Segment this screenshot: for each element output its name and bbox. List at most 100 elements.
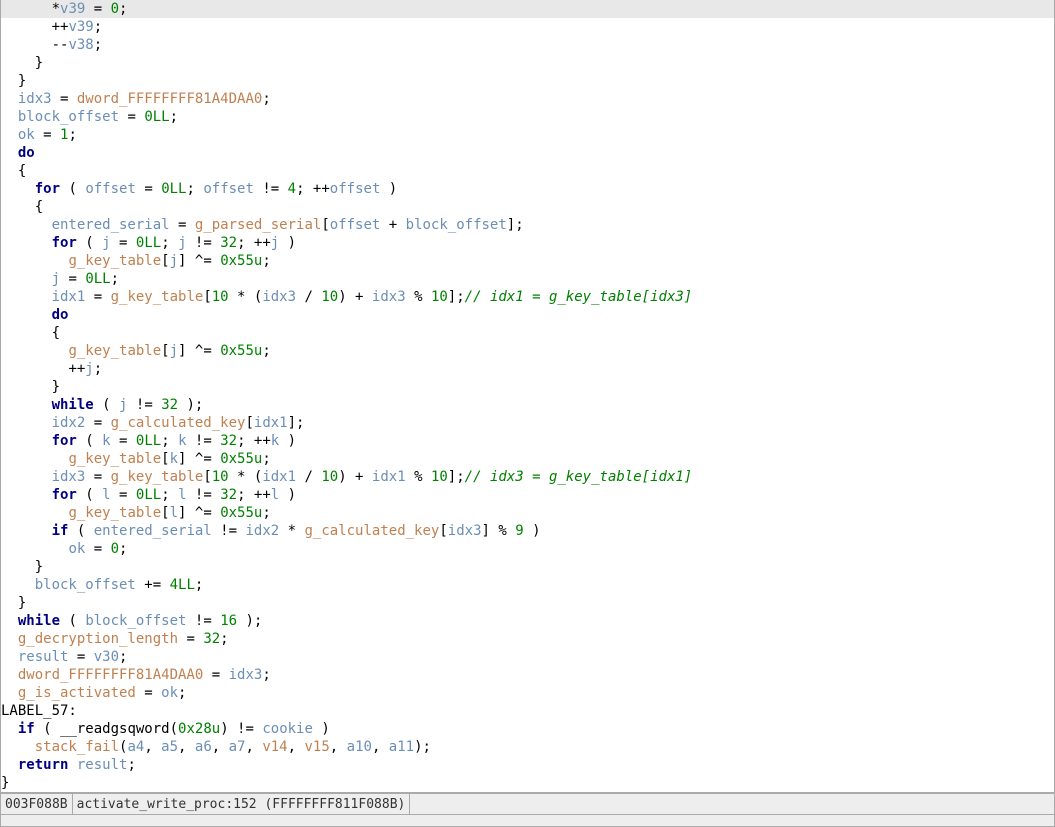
code-line[interactable]: }	[1, 378, 1054, 396]
code-token: 32	[203, 631, 220, 647]
code-line[interactable]: ++j;	[1, 360, 1054, 378]
code-token: 4	[288, 181, 296, 197]
code-token: 0LL	[144, 109, 169, 125]
code-token: a11	[389, 739, 414, 755]
code-line[interactable]: *v39 = 0;	[1, 0, 1054, 18]
code-token: {	[52, 325, 60, 341]
code-token: j	[178, 235, 186, 251]
code-token: 10	[431, 289, 448, 305]
code-token: ] ^=	[178, 451, 220, 467]
code-token: ;	[170, 109, 178, 125]
code-token: }	[18, 595, 26, 611]
code-token: (	[94, 397, 119, 413]
code-token: g_key_table	[111, 289, 204, 305]
code-token: 0x55u	[220, 253, 262, 269]
code-token: ,	[144, 739, 161, 755]
code-line[interactable]: g_key_table[j] ^= 0x55u;	[1, 252, 1054, 270]
code-token: v14	[262, 739, 287, 755]
code-line[interactable]: idx3 = dword_FFFFFFFF81A4DAA0;	[1, 90, 1054, 108]
code-token: g_decryption_length	[18, 631, 178, 647]
code-token: 10	[321, 469, 338, 485]
code-line[interactable]: j = 0LL;	[1, 270, 1054, 288]
code-token: --	[52, 37, 69, 53]
code-line[interactable]: return result;	[1, 756, 1054, 774]
code-token: /	[296, 289, 321, 305]
code-token: ];	[507, 217, 524, 233]
code-token: 32	[161, 397, 178, 413]
code-line[interactable]: idx3 = g_key_table[10 * (idx1 / 10) + id…	[1, 468, 1054, 486]
code-line[interactable]: ok = 1;	[1, 126, 1054, 144]
code-token: block_offset	[406, 217, 507, 233]
code-line[interactable]: }	[1, 594, 1054, 612]
code-view[interactable]: *v39 = 0; ++v39; --v38; } } idx3 = dword…	[0, 0, 1055, 793]
code-token: ];	[288, 415, 305, 431]
code-token: =	[60, 271, 85, 287]
code-token: )	[313, 721, 330, 737]
code-token: ] ^=	[178, 253, 220, 269]
code-line[interactable]: entered_serial = g_parsed_serial[offset …	[1, 216, 1054, 234]
code-line[interactable]: for ( j = 0LL; j != 32; ++j )	[1, 234, 1054, 252]
code-token: 0LL	[136, 235, 161, 251]
code-line[interactable]: block_offset = 0LL;	[1, 108, 1054, 126]
code-token: ;	[262, 667, 270, 683]
code-line[interactable]: }	[1, 774, 1054, 792]
code-line[interactable]: block_offset += 4LL;	[1, 576, 1054, 594]
code-token: ;	[220, 631, 228, 647]
code-line[interactable]: LABEL_57:	[1, 702, 1054, 720]
code-token: =	[170, 217, 195, 233]
code-token: );	[414, 739, 431, 755]
code-line[interactable]: do	[1, 306, 1054, 324]
code-token: 0x55u	[220, 343, 262, 359]
code-token: }	[52, 379, 60, 395]
code-line[interactable]: g_key_table[k] ^= 0x55u;	[1, 450, 1054, 468]
code-token: /	[296, 469, 321, 485]
code-line[interactable]: ++v39;	[1, 18, 1054, 36]
code-token: !=	[212, 523, 246, 539]
code-line[interactable]: do	[1, 144, 1054, 162]
code-line[interactable]: if ( entered_serial != idx2 * g_calculat…	[1, 522, 1054, 540]
code-line[interactable]: result = v30;	[1, 648, 1054, 666]
code-token: (	[60, 181, 85, 197]
code-line[interactable]: idx2 = g_calculated_key[idx1];	[1, 414, 1054, 432]
code-token: }	[1, 775, 9, 791]
code-line[interactable]: g_key_table[l] ^= 0x55u;	[1, 504, 1054, 522]
code-token: }	[18, 73, 26, 89]
code-line[interactable]: }	[1, 54, 1054, 72]
code-token: while	[18, 613, 60, 629]
code-line[interactable]: }	[1, 558, 1054, 576]
code-line[interactable]: for ( l = 0LL; l != 32; ++l )	[1, 486, 1054, 504]
code-line[interactable]: dword_FFFFFFFF81A4DAA0 = idx3;	[1, 666, 1054, 684]
code-token: +=	[136, 577, 170, 593]
code-token: 32	[220, 487, 237, 503]
code-token: );	[178, 397, 203, 413]
code-line[interactable]: {	[1, 162, 1054, 180]
code-line[interactable]: stack_fail(a4, a5, a6, a7, v14, v15, a10…	[1, 738, 1054, 756]
code-token: ,	[330, 739, 347, 755]
code-line[interactable]: while ( j != 32 );	[1, 396, 1054, 414]
code-line[interactable]: --v38;	[1, 36, 1054, 54]
code-line[interactable]: {	[1, 198, 1054, 216]
code-line[interactable]: g_decryption_length = 32;	[1, 630, 1054, 648]
code-token: g_key_table	[68, 253, 161, 269]
code-token: idx1	[254, 415, 288, 431]
code-line[interactable]: {	[1, 324, 1054, 342]
code-token: ok	[161, 685, 178, 701]
code-line[interactable]: ok = 0;	[1, 540, 1054, 558]
code-token: [	[203, 289, 211, 305]
code-token: ; ++	[237, 433, 271, 449]
code-token: =	[119, 109, 144, 125]
code-line[interactable]: g_is_activated = ok;	[1, 684, 1054, 702]
code-token: {	[18, 163, 26, 179]
code-line[interactable]: if ( __readgsqword(0x28u) != cookie )	[1, 720, 1054, 738]
code-line[interactable]: idx1 = g_key_table[10 * (idx3 / 10) + id…	[1, 288, 1054, 306]
code-token: cookie	[262, 721, 313, 737]
code-line[interactable]: }	[1, 72, 1054, 90]
code-token: v30	[94, 649, 119, 665]
code-line[interactable]: for ( offset = 0LL; offset != 4; ++offse…	[1, 180, 1054, 198]
code-line[interactable]: while ( block_offset != 16 );	[1, 612, 1054, 630]
code-token: =	[85, 541, 110, 557]
code-line[interactable]: for ( k = 0LL; k != 32; ++k )	[1, 432, 1054, 450]
code-token: )	[380, 181, 397, 197]
code-line[interactable]: g_key_table[j] ^= 0x55u;	[1, 342, 1054, 360]
code-token: ];	[448, 289, 465, 305]
